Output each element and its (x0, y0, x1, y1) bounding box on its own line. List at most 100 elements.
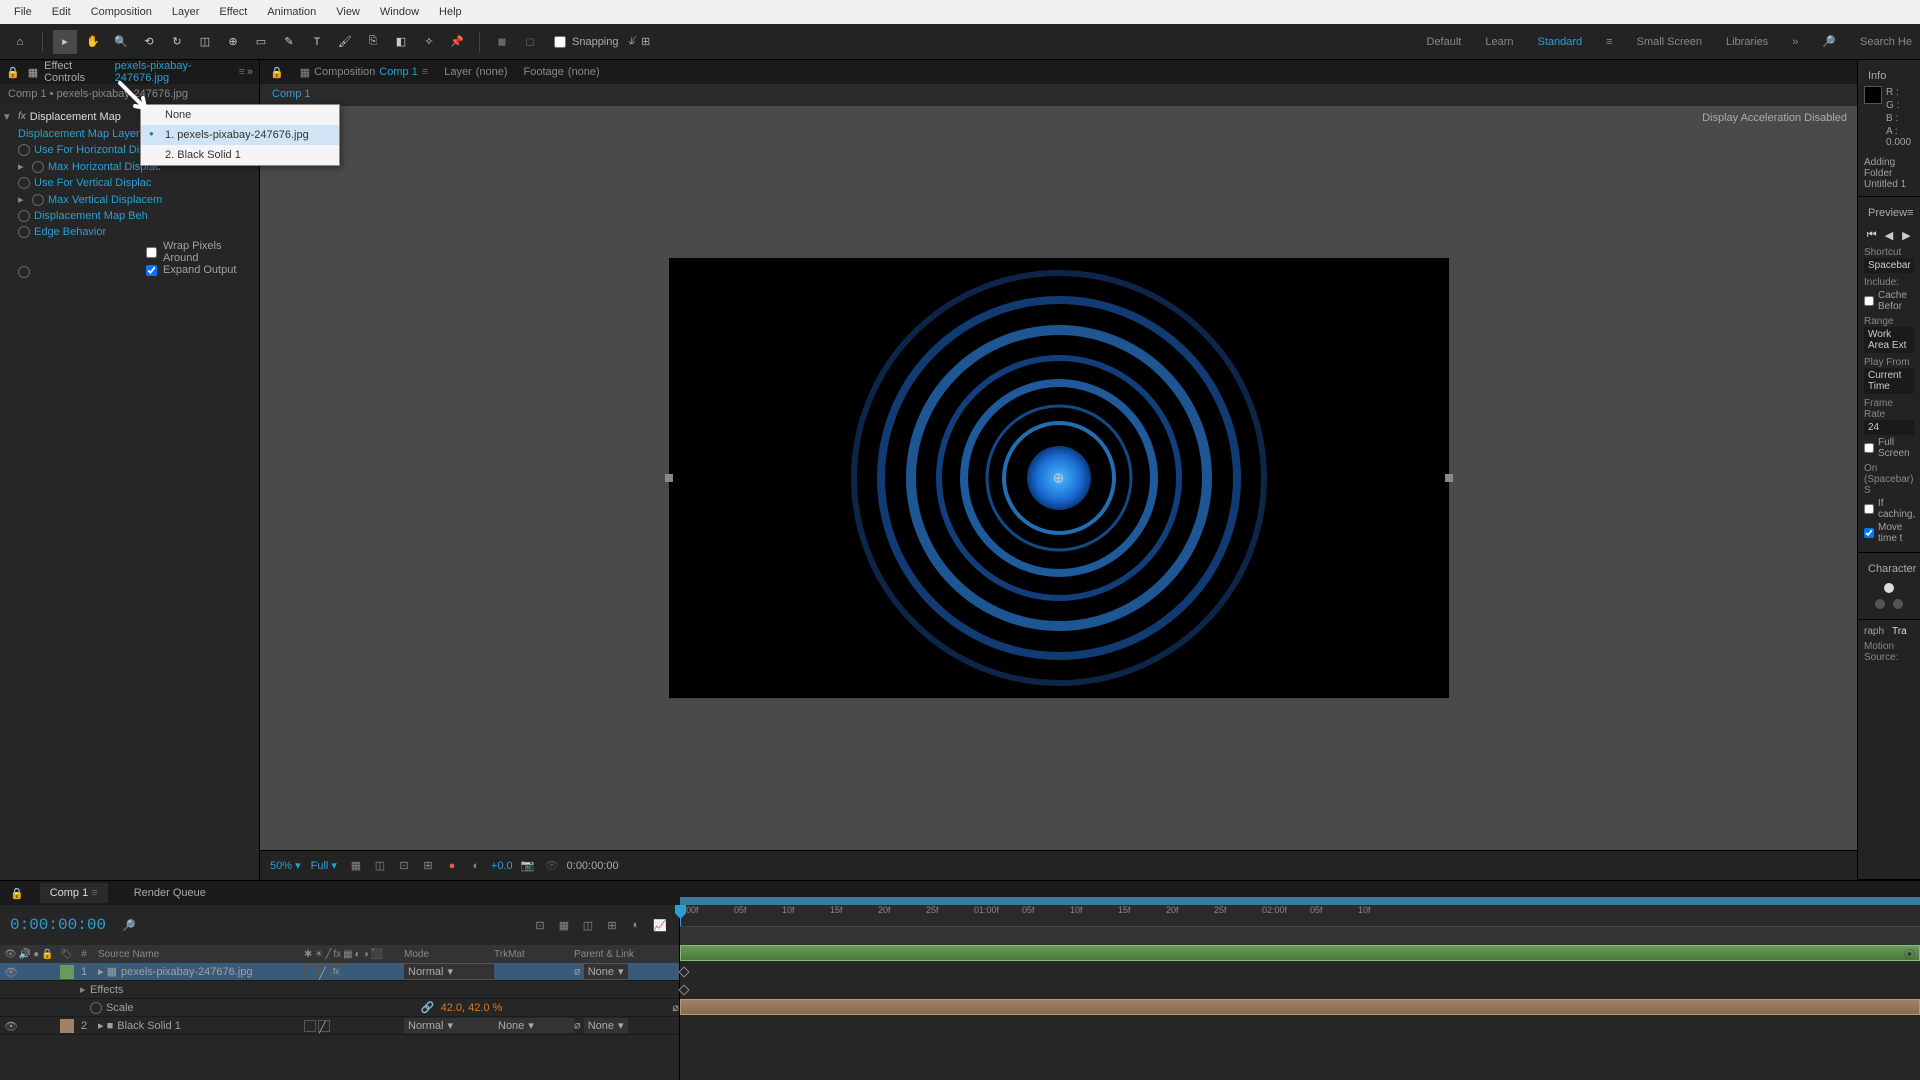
menu-composition[interactable]: Composition (81, 2, 162, 22)
workspace-libraries[interactable]: Libraries (1726, 36, 1768, 48)
menu-view[interactable]: View (326, 2, 370, 22)
expand-output-checkbox[interactable] (146, 265, 157, 276)
twirl-icon[interactable]: ▸ (18, 160, 28, 173)
zoom-dropdown[interactable]: 50% ▾ (270, 859, 301, 872)
collapse-col-icon[interactable]: ☀ (314, 949, 323, 960)
wrap-pixels-checkbox[interactable] (146, 247, 157, 258)
workspace-chevrons-icon[interactable]: » (1792, 36, 1798, 48)
snapping-checkbox[interactable] (554, 36, 566, 48)
stopwatch-icon[interactable] (90, 1002, 102, 1014)
menu-animation[interactable]: Animation (257, 2, 326, 22)
cache-before-checkbox[interactable] (1864, 296, 1874, 306)
trkmat-dropdown[interactable]: None ▾ (494, 1018, 574, 1033)
show-snapshot-icon[interactable]: 👁 (543, 857, 561, 875)
shy-col-icon[interactable]: ✱ (304, 949, 312, 960)
layer-effects-row[interactable]: ▸ Effects (0, 981, 679, 999)
panel-menu-icon[interactable]: ≡ (1907, 207, 1913, 219)
timeline-tab-render[interactable]: Render Queue (124, 883, 216, 903)
parent-dropdown[interactable]: None ▾ (584, 1018, 628, 1033)
prev-frame-icon[interactable]: ◀ (1881, 227, 1896, 243)
camera-tool-icon[interactable]: ◫ (193, 30, 217, 54)
composition-tab[interactable]: ▦ Composition Comp 1 ≡ (300, 66, 429, 79)
source-name-header[interactable]: Source Name (94, 949, 304, 960)
transparency-grid-icon[interactable]: ▦ (347, 857, 365, 875)
hand-tool-icon[interactable]: ✋ (81, 30, 105, 54)
channel-icon[interactable]: ● (443, 857, 461, 875)
info-panel-title[interactable]: Info (1864, 66, 1914, 86)
selection-tool-icon[interactable]: ▸ (53, 30, 77, 54)
snapshot-icon[interactable]: 📷 (519, 857, 537, 875)
audio-col-icon[interactable]: 🔊 (19, 949, 31, 960)
framerate-value[interactable]: 24 (1864, 420, 1914, 435)
mask-toggle-icon[interactable]: ◫ (371, 857, 389, 875)
stopwatch-icon[interactable] (32, 194, 44, 206)
menu-help[interactable]: Help (429, 2, 472, 22)
frame-blend-icon[interactable]: ⊞ (603, 916, 621, 934)
composition-breadcrumb[interactable]: Comp 1 (260, 84, 1857, 106)
scale-value[interactable]: 42.0, 42.0 % (441, 1002, 503, 1014)
workspace-smallscreen[interactable]: Small Screen (1637, 36, 1702, 48)
stopwatch-icon[interactable] (18, 226, 30, 238)
composition-viewer[interactable]: Display Acceleration Disabled (260, 106, 1857, 850)
comp-lock-icon[interactable]: 🔒 (270, 66, 284, 79)
switch-fx[interactable]: fx (332, 966, 344, 978)
menu-layer[interactable]: Layer (162, 2, 210, 22)
eraser-tool-icon[interactable]: ◧ (389, 30, 413, 54)
lock-col-icon[interactable]: 🔒 (41, 949, 53, 960)
timeline-tab-comp[interactable]: Comp 1 ≡ (40, 883, 108, 903)
first-frame-icon[interactable]: ⏮ (1864, 227, 1879, 243)
shortcut-value[interactable]: Spacebar (1864, 258, 1914, 273)
effect-twirl-icon[interactable]: ▾ (4, 110, 14, 123)
stroke-icon[interactable]: ◻ (518, 30, 542, 54)
fx-badge-icon[interactable]: fx (18, 111, 26, 122)
dropdown-option-none[interactable]: None (141, 105, 339, 125)
menu-window[interactable]: Window (370, 2, 429, 22)
stopwatch-icon[interactable] (32, 161, 44, 173)
parent-dropdown[interactable]: None ▾ (584, 964, 628, 979)
timeline-search-icon[interactable]: 🔎 (122, 919, 136, 932)
play-icon[interactable]: ▶ (1899, 227, 1914, 243)
ifcaching-checkbox[interactable] (1864, 504, 1874, 514)
menu-effect[interactable]: Effect (209, 2, 257, 22)
timeline-bars-area[interactable]: ⦿ (680, 945, 1920, 1080)
snapping-options-icon[interactable]: ⫝̸ (629, 35, 636, 48)
time-ruler[interactable]: 00f05f10f15f20f25f01:00f05f10f15f20f25f0… (680, 905, 1920, 927)
workspace-standard[interactable]: Standard (1538, 36, 1583, 48)
tab-menu-icon[interactable]: ≡ (239, 66, 245, 78)
switch-quality[interactable]: ╱ (318, 966, 330, 978)
roi-icon[interactable]: ⊡ (395, 857, 413, 875)
grid-icon[interactable]: ⊞ (419, 857, 437, 875)
movetime-checkbox[interactable] (1864, 528, 1874, 538)
motion-blur-icon[interactable]: ◐ (627, 916, 645, 934)
mode-dropdown[interactable]: Normal ▾ (404, 1018, 494, 1033)
constrain-icon[interactable]: 🔗 (421, 1001, 435, 1014)
color-mgmt-icon[interactable]: ◐ (467, 857, 485, 875)
motionblur-col-icon[interactable]: ◐ (355, 949, 361, 960)
pen-tool-icon[interactable]: ✎ (277, 30, 301, 54)
twirl-icon[interactable]: ▸ (80, 983, 90, 996)
timeline-lock-icon[interactable]: 🔒 (10, 887, 24, 900)
effect-controls-tab[interactable]: ▦ Effect Controls pexels-pixabay-247676.… (20, 56, 253, 88)
character-panel-title[interactable]: Character (1864, 559, 1914, 579)
anchor-point-icon[interactable]: ⊕ (1053, 470, 1065, 487)
layer-bar-2[interactable] (680, 999, 1920, 1015)
layer-label-color[interactable] (60, 965, 74, 979)
fx-col-icon[interactable]: fx (333, 949, 341, 960)
resolution-dropdown[interactable]: Full ▾ (311, 859, 337, 872)
stopwatch-icon[interactable] (18, 210, 30, 222)
rect-tool-icon[interactable]: ▭ (249, 30, 273, 54)
parent-header[interactable]: Parent & Link (574, 949, 674, 960)
panbehind-tool-icon[interactable]: ⊕ (221, 30, 245, 54)
video-col-icon[interactable]: 👁 (4, 949, 17, 960)
mode-dropdown[interactable]: Normal ▾ (404, 964, 494, 979)
fill-swatch-icon[interactable] (1884, 583, 1894, 593)
menu-file[interactable]: File (4, 2, 42, 22)
pickwhip-icon[interactable]: ⌀ (574, 1020, 581, 1032)
footage-tab[interactable]: Footage (none) (524, 66, 600, 78)
mode-header[interactable]: Mode (404, 949, 494, 960)
eye-icon[interactable]: 👁 (4, 966, 16, 978)
viewer-canvas[interactable]: ⊕ (669, 258, 1449, 698)
transform-handle-left[interactable] (665, 474, 673, 482)
comp-flowchart-icon[interactable]: ⊡ (531, 916, 549, 934)
current-timecode[interactable]: 0:00:00:00 (10, 916, 106, 934)
